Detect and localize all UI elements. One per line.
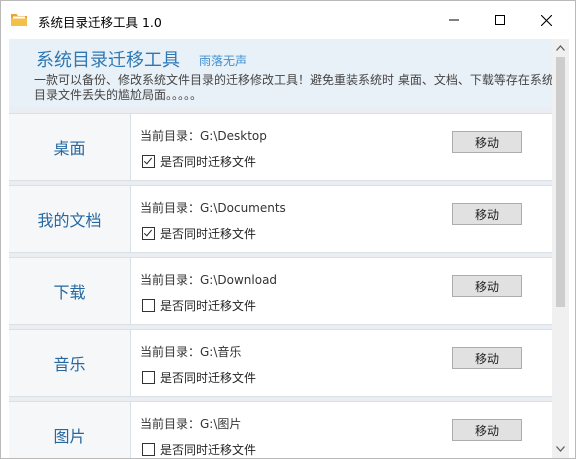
checkbox-label: 是否同时迁移文件	[160, 155, 257, 169]
folder-current-path: 当前目录：G:\Desktop	[140, 129, 267, 143]
app-name: 系统目录迁移工具	[36, 50, 180, 71]
folder-list: 桌面 当前目录：G:\Desktop 是否同时迁移文件 移动 我的文档 当前目录…	[9, 107, 552, 458]
header-banner: 系统目录迁移工具 雨落无声 一款可以备份、修改系统文件目录的迁移修改工具！避免重…	[9, 39, 566, 107]
folder-row-label: 桌面	[9, 114, 131, 180]
migrate-files-checkbox[interactable]: 是否同时迁移文件	[142, 153, 256, 170]
checkbox-label: 是否同时迁移文件	[160, 443, 257, 457]
move-button[interactable]: 移动	[452, 275, 522, 297]
folder-row-label: 音乐	[9, 330, 131, 396]
move-button[interactable]: 移动	[452, 347, 522, 369]
scroll-down-button[interactable]	[552, 442, 569, 456]
folder-current-path: 当前目录：G:\Download	[140, 273, 278, 287]
checkbox-box[interactable]	[142, 299, 155, 312]
window-title: 系统目录迁移工具 1.0	[38, 15, 162, 30]
checkbox-box[interactable]	[142, 371, 155, 384]
folder-row-desktop: 桌面 当前目录：G:\Desktop 是否同时迁移文件 移动	[9, 113, 552, 181]
move-button[interactable]: 移动	[452, 131, 522, 153]
folder-row-pictures: 图片 当前目录：G:\图片 是否同时迁移文件 移动	[9, 401, 552, 458]
checkbox-box[interactable]	[142, 227, 155, 240]
folder-row-label: 图片	[9, 402, 131, 458]
migrate-files-checkbox[interactable]: 是否同时迁移文件	[142, 297, 256, 314]
checkbox-label: 是否同时迁移文件	[160, 227, 257, 241]
chevron-down-icon	[556, 446, 565, 452]
maximize-button[interactable]	[477, 1, 523, 39]
vertical-scrollbar[interactable]	[552, 39, 569, 458]
title-bar[interactable]: 系统目录迁移工具 1.0	[1, 1, 575, 39]
folder-row-label: 我的文档	[9, 186, 131, 252]
folder-current-path: 当前目录：G:\图片	[140, 417, 242, 431]
move-button[interactable]: 移动	[452, 419, 522, 441]
folder-current-path: 当前目录：G:\音乐	[140, 345, 242, 359]
minimize-button[interactable]	[431, 1, 477, 39]
close-icon	[540, 14, 552, 26]
minimize-icon	[449, 19, 459, 21]
scroll-up-button[interactable]	[552, 41, 569, 55]
author-name: 雨落无声	[199, 54, 248, 68]
maximize-icon	[495, 15, 505, 25]
folder-icon	[11, 13, 27, 27]
app-window: 系统目录迁移工具 1.0 系统目录迁移工具 雨落无声 一款可以备份、修改系统文件…	[0, 0, 576, 459]
chevron-up-icon	[556, 45, 565, 51]
migrate-files-checkbox[interactable]: 是否同时迁移文件	[142, 369, 256, 386]
checkbox-label: 是否同时迁移文件	[160, 299, 257, 313]
scroll-thumb[interactable]	[556, 57, 565, 307]
move-button[interactable]: 移动	[452, 203, 522, 225]
close-button[interactable]	[523, 1, 569, 39]
folder-row-music: 音乐 当前目录：G:\音乐 是否同时迁移文件 移动	[9, 329, 552, 397]
migrate-files-checkbox[interactable]: 是否同时迁移文件	[142, 225, 256, 242]
folder-row-label: 下载	[9, 258, 131, 324]
checkbox-box[interactable]	[142, 443, 155, 456]
folder-row-download: 下载 当前目录：G:\Download 是否同时迁移文件 移动	[9, 257, 552, 325]
folder-row-documents: 我的文档 当前目录：G:\Documents 是否同时迁移文件 移动	[9, 185, 552, 253]
app-description: 一款可以备份、修改系统文件目录的迁移修改工具！避免重装系统时 桌面、文档、下载等…	[34, 73, 566, 102]
checkbox-box[interactable]	[142, 155, 155, 168]
folder-current-path: 当前目录：G:\Documents	[140, 201, 286, 215]
checkbox-label: 是否同时迁移文件	[160, 371, 257, 385]
migrate-files-checkbox[interactable]: 是否同时迁移文件	[142, 441, 256, 458]
